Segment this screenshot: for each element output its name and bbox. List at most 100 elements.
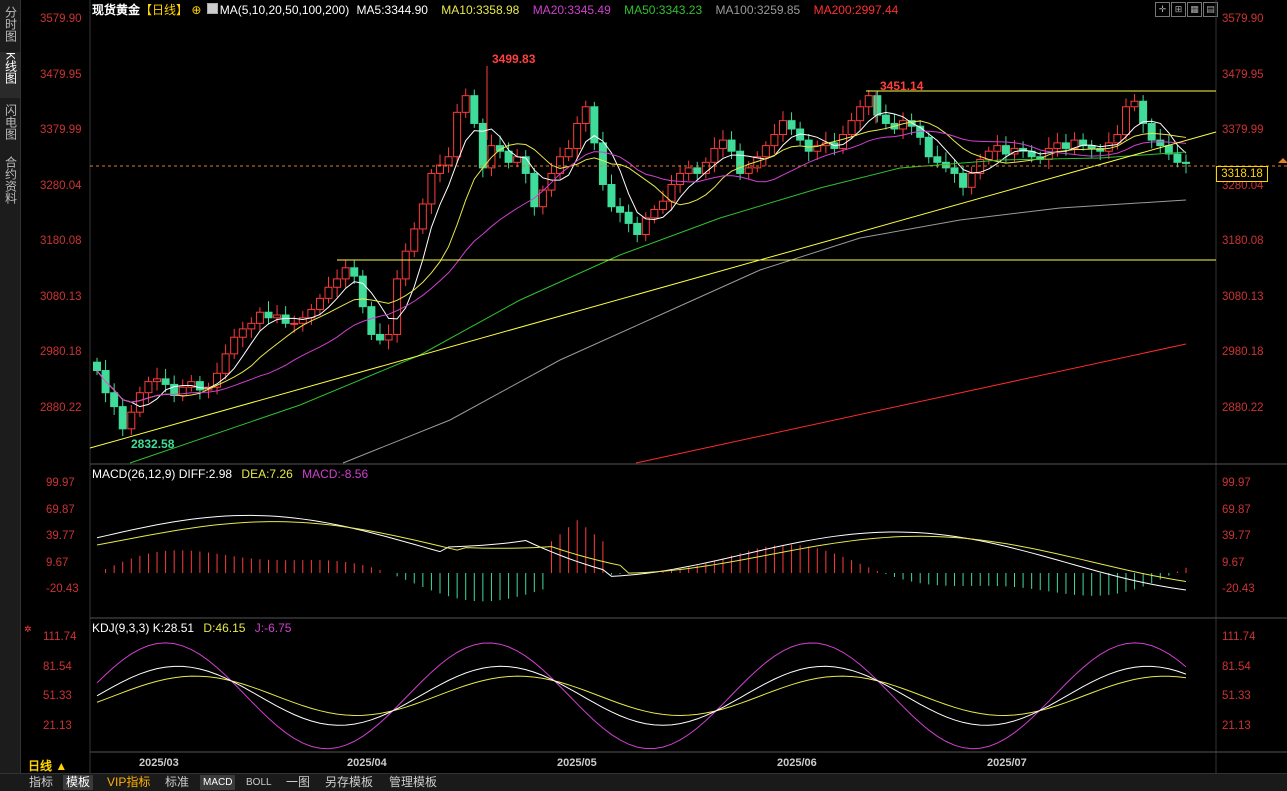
candle-body — [778, 120, 787, 136]
ma50-line — [129, 151, 1187, 464]
bottom-toolbar: 指标 模板 VIP指标 标准 MACD BOLL 一图 另存模板 管理模板 — [0, 773, 1287, 791]
tab-manage-template[interactable]: 管理模板 — [386, 775, 440, 790]
kdj-d: D:46.15 — [203, 621, 246, 635]
candle-body — [641, 217, 650, 235]
candle-body — [375, 333, 384, 341]
trendline — [89, 131, 1217, 449]
candle-body — [761, 145, 770, 158]
candle-body — [1061, 142, 1070, 149]
period-selector[interactable]: 日线 ▲ — [28, 757, 67, 774]
axis-tick-label: 3080.13 — [40, 290, 82, 303]
annotation-low: 2832.58 — [131, 437, 175, 451]
tab-flash[interactable]: 闪电图 — [0, 104, 20, 140]
candle-body — [941, 161, 950, 169]
tab-contract-info[interactable]: 合约资料 — [0, 156, 20, 204]
candle-body — [110, 392, 119, 408]
tab-boll[interactable]: BOLL — [243, 775, 275, 790]
axis-tick-label: 3379.99 — [1222, 124, 1264, 136]
candle-body — [393, 278, 402, 335]
candle-body — [727, 139, 736, 152]
candle-body — [839, 134, 848, 149]
candle-body — [238, 328, 247, 338]
candle-body — [453, 111, 462, 158]
tab-vip-indicators[interactable]: VIP指标 — [104, 775, 153, 790]
candle-body — [290, 322, 299, 325]
candle-body — [881, 114, 890, 124]
tab-one-chart[interactable]: 一图 — [283, 775, 313, 790]
tab-standard[interactable]: 标准 — [162, 775, 192, 790]
axis-tick-label: 81.54 — [1222, 660, 1251, 673]
candle-body — [315, 297, 324, 310]
candle-body — [710, 147, 719, 163]
macd-dea: DEA:7.26 — [241, 467, 293, 481]
candle-body — [770, 134, 779, 147]
candle-body — [598, 142, 607, 186]
candle-body — [573, 122, 582, 149]
tab-indicators[interactable]: 指标 — [26, 775, 56, 790]
kline-chart[interactable] — [21, 0, 1287, 773]
tab-save-template[interactable]: 另存模板 — [322, 775, 376, 790]
candle-body — [744, 167, 753, 174]
ma10-line — [96, 120, 1187, 403]
candle-body — [118, 406, 127, 430]
candle-body — [847, 120, 856, 136]
candle-body — [873, 95, 882, 116]
candle-body — [950, 167, 959, 174]
axis-tick-label: 9.67 — [46, 556, 69, 569]
candle-body — [1156, 139, 1165, 147]
candle-body — [384, 333, 393, 341]
candle-body — [418, 203, 427, 230]
date-label: 2025/03 — [139, 757, 179, 769]
tab-kline[interactable]: K线图 — [0, 52, 20, 98]
candle-body — [607, 184, 616, 208]
candle-body — [1182, 161, 1190, 164]
candle-body — [933, 156, 942, 163]
axis-tick-label: 3280.04 — [40, 179, 82, 192]
axis-tick-label: 9.67 — [1222, 556, 1245, 569]
candle-body — [230, 336, 239, 355]
date-label: 2025/07 — [987, 757, 1027, 769]
chart-type-sidebar: 分时图 K线图 闪电图 合约资料 — [0, 0, 21, 773]
candle-body — [273, 314, 282, 319]
tab-template[interactable]: 模板 — [63, 775, 94, 790]
candle-body — [221, 353, 230, 374]
macd-value: MACD:-8.56 — [302, 467, 369, 481]
tab-timeshare[interactable]: 分时图 — [0, 6, 20, 42]
axis-tick-label: -20.43 — [46, 583, 79, 595]
candle-body — [718, 139, 727, 149]
tab-macd[interactable]: MACD — [200, 775, 236, 790]
kdj-close-icon[interactable]: ✲ — [24, 624, 32, 635]
candle-body — [1001, 145, 1010, 155]
candle-body — [530, 172, 539, 208]
candle-body — [504, 150, 513, 163]
candle-body — [1173, 153, 1182, 163]
candle-body — [127, 411, 136, 430]
candle-body — [333, 278, 342, 288]
macd-title[interactable]: MACD(26,12,9) — [92, 467, 175, 481]
ma200-line — [635, 343, 1187, 464]
candle-body — [444, 156, 453, 166]
kdj-title[interactable]: KDJ(9,3,3) — [92, 621, 149, 635]
annotation-high-2: 3451.14 — [880, 79, 924, 93]
axis-tick-label: -20.43 — [1222, 583, 1255, 595]
candle-body — [650, 209, 659, 219]
candle-body — [461, 95, 470, 113]
candle-body — [470, 95, 479, 124]
axis-tick-label: 111.74 — [1222, 631, 1256, 643]
kdj-j: J:-6.75 — [254, 621, 292, 635]
ma100-line — [342, 199, 1187, 464]
kdj-d-line — [96, 675, 1187, 716]
axis-tick-label: 2880.22 — [40, 401, 82, 414]
axis-tick-label: 3579.90 — [1222, 13, 1264, 25]
candle-body — [564, 147, 573, 158]
candle-body — [1147, 122, 1156, 141]
axis-tick-label: 51.33 — [1222, 690, 1251, 703]
candle-body — [667, 184, 676, 202]
annotation-high-1: 3499.83 — [492, 52, 536, 66]
kdj-j-line — [96, 642, 1187, 750]
axis-tick-label: 51.33 — [43, 690, 72, 703]
axis-tick-label: 99.97 — [46, 477, 75, 489]
candle-body — [521, 156, 530, 174]
candle-body — [1053, 142, 1062, 149]
axis-tick-label: 39.77 — [46, 530, 75, 542]
